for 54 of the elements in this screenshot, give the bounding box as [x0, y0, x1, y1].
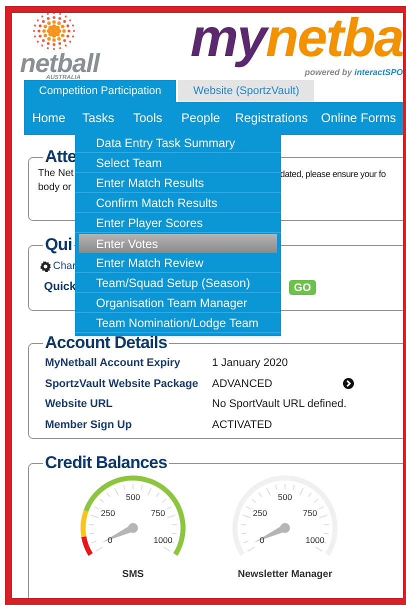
panel-heading: Atte: [44, 147, 78, 167]
menu-item[interactable]: Team/Squad Setup (Season): [75, 274, 281, 293]
menu-item[interactable]: Team Nomination/Lodge Team: [75, 314, 281, 333]
field-value: ACTIVATED: [212, 418, 274, 432]
gear-icon: [40, 261, 51, 272]
gauge-scale-label: 250: [100, 508, 116, 518]
powered-by-text: powered by interactSPO: [304, 67, 403, 77]
nav-link[interactable]: People: [172, 109, 229, 128]
menu-item[interactable]: Organisation Team Manager: [75, 294, 281, 313]
panel-heading: Qui: [44, 235, 74, 255]
gauge-scale-label: 750: [302, 508, 318, 518]
tab[interactable]: Website (SportzVault): [178, 80, 314, 102]
paragraph-fragment: The Net: [38, 168, 74, 179]
panel-heading: Account Details: [44, 333, 168, 353]
field-label: Member Sign Up: [45, 418, 133, 432]
field-value: 1 January 2020: [212, 356, 289, 371]
field-value: ADVANCED: [212, 376, 274, 392]
gauge-scale-label: 750: [150, 508, 166, 518]
nav-link[interactable]: Online Forms: [314, 109, 403, 128]
field-label: Website URL: [45, 397, 114, 412]
go-button[interactable]: GO: [288, 280, 316, 295]
gauge-scale-label: 1000: [154, 535, 172, 545]
field-value: No SportVault URL defined.: [212, 397, 343, 412]
link[interactable]: Char: [53, 259, 76, 275]
gauge-label: SMS: [122, 569, 144, 580]
tab[interactable]: Competition Participation: [24, 80, 176, 102]
nav-link[interactable]: Home: [24, 109, 74, 128]
field-label: Quick: [44, 280, 76, 295]
gauge-scale-label: 0: [108, 535, 112, 545]
paragraph-fragment: dated, please ensure your fo: [280, 168, 386, 181]
menu-item[interactable]: Enter Votes: [79, 234, 277, 253]
arrow-circle-icon[interactable]: [343, 378, 354, 390]
menu-item[interactable]: Enter Match Review: [75, 254, 281, 273]
gauge-scale-label: 0: [260, 535, 264, 545]
nav-link[interactable]: Registrations: [228, 109, 314, 128]
menu-item[interactable]: Data Entry Task Summary: [75, 134, 281, 153]
field-label: SportzVault Website Package: [45, 376, 200, 392]
gauge-scale-label: 1000: [306, 535, 324, 545]
sun-dots-icon: [32, 13, 76, 51]
logo-text: netball: [20, 51, 100, 75]
menu-item[interactable]: Select Team: [75, 154, 281, 173]
site-title: mynetba: [189, 13, 403, 67]
paragraph-fragment: body or: [38, 181, 72, 195]
menu-item[interactable]: Enter Match Results: [75, 174, 281, 193]
gauge-scale-label: 500: [126, 492, 140, 502]
panel-heading: Credit Balances: [44, 453, 168, 473]
menu-item[interactable]: Enter Player Scores: [75, 214, 281, 233]
nav-link[interactable]: Tasks: [73, 109, 123, 128]
field-label: MyNetball Account Expiry: [45, 356, 182, 371]
gauge-scale-label: 250: [252, 508, 268, 518]
gauge-label: Newsletter Manager: [238, 569, 332, 580]
nav-link[interactable]: Tools: [122, 109, 172, 128]
menu-item[interactable]: Confirm Match Results: [75, 194, 281, 213]
gauge-scale-label: 500: [278, 492, 292, 502]
